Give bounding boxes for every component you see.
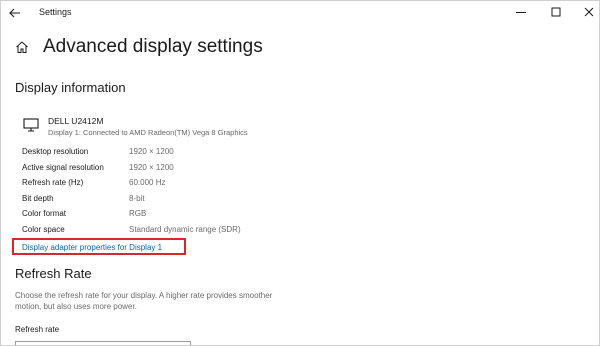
window-title: Settings	[39, 7, 72, 17]
home-icon[interactable]	[15, 40, 29, 54]
page-title: Advanced display settings	[43, 36, 263, 57]
info-label: Color format	[22, 209, 67, 218]
info-label: Bit depth	[22, 193, 54, 203]
info-value: RGB	[129, 209, 147, 218]
refresh-rate-description: Choose the refresh rate for your display…	[15, 291, 273, 311]
refresh-rate-field-label: Refresh rate	[15, 325, 60, 334]
info-value: 1920 × 1200	[129, 147, 174, 156]
maximize-icon[interactable]	[548, 4, 564, 20]
settings-window: Settings Advanced display settings Displ…	[0, 0, 600, 346]
display-adapter-properties-link[interactable]: Display adapter properties for Display 1	[22, 243, 162, 252]
info-label: Refresh rate (Hz)	[22, 178, 84, 187]
close-icon[interactable]	[581, 4, 597, 20]
minimize-icon[interactable]	[513, 4, 529, 20]
info-label: Color space	[22, 224, 65, 234]
monitor-description: Display 1: Connected to AMD Radeon(TM) V…	[48, 128, 248, 137]
refresh-rate-dropdown[interactable]	[15, 341, 191, 345]
title-bar: Settings	[1, 1, 599, 25]
refresh-rate-heading: Refresh Rate	[15, 266, 92, 281]
back-arrow-icon[interactable]	[7, 5, 23, 21]
info-value: 1920 × 1200	[129, 162, 174, 172]
info-label: Active signal resolution	[22, 162, 104, 172]
info-label: Desktop resolution	[22, 147, 89, 156]
info-value: Standard dynamic range (SDR)	[129, 224, 241, 234]
display-information-heading: Display information	[15, 80, 126, 95]
monitor-icon	[23, 118, 39, 132]
info-value: 8-bit	[129, 193, 145, 203]
info-value: 60.000 Hz	[129, 178, 166, 187]
monitor-name: DELL U2412M	[48, 116, 104, 126]
